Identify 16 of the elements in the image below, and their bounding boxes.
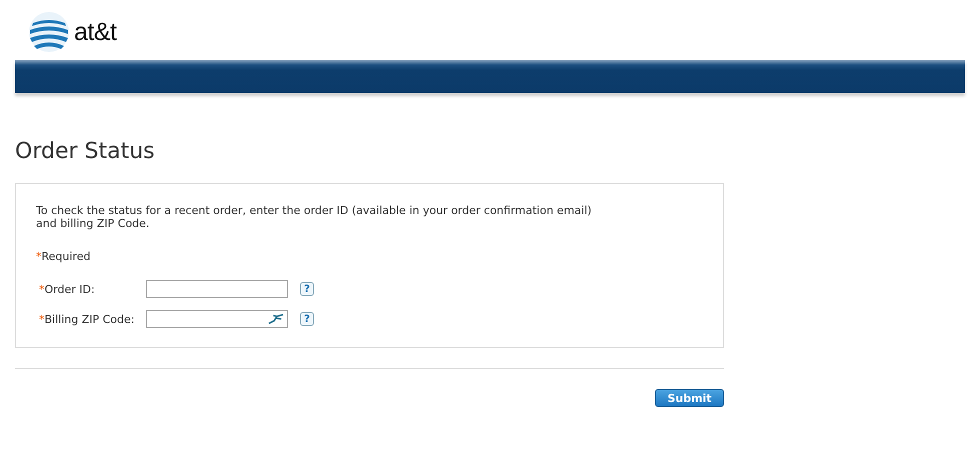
required-asterisk: * <box>39 282 44 296</box>
required-asterisk: * <box>39 312 44 326</box>
field-label: Billing ZIP Code: <box>44 312 134 326</box>
help-button[interactable]: ? <box>300 312 314 326</box>
globe-logo-icon <box>28 11 70 53</box>
help-button[interactable]: ? <box>300 282 314 296</box>
required-asterisk: * <box>36 250 42 263</box>
brand-name: at&t <box>74 18 116 46</box>
runner-icon <box>268 313 284 325</box>
instructions-text: To check the status for a recent order, enter the order ID (available in your order confirmation email) and billing ZIP Code. <box>36 204 593 230</box>
page-title: Order Status <box>15 139 156 164</box>
field-label: Order ID: <box>44 282 95 296</box>
input-field[interactable] <box>146 310 288 328</box>
input-field[interactable] <box>146 280 288 298</box>
required-note: Required <box>42 250 90 263</box>
submit-button[interactable]: Submit <box>655 389 724 407</box>
